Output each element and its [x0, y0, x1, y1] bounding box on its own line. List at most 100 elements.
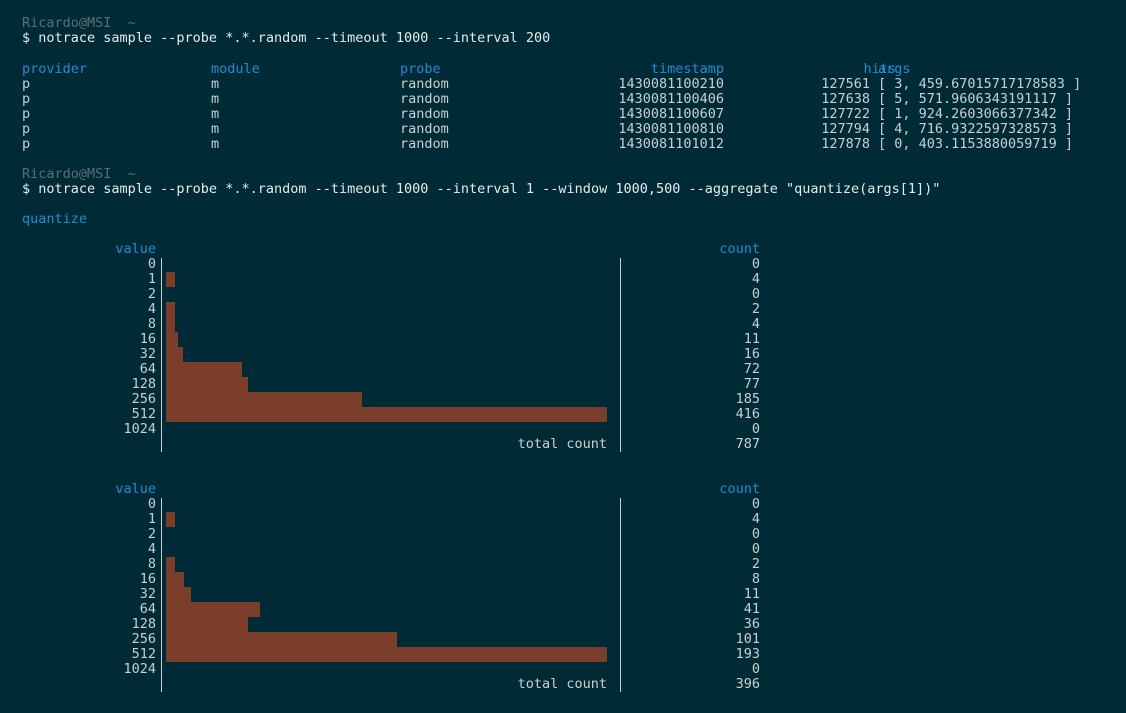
bucket-value-label: 8 [147, 556, 156, 572]
cell-probe: random [400, 91, 449, 107]
cell-provider: p [22, 106, 31, 122]
bucket-value-label: 1024 [123, 661, 156, 677]
histogram-bar [166, 572, 184, 587]
cell-hits: 127722 [821, 106, 870, 122]
histogram-axis-right [620, 258, 621, 452]
bucket-value-label: 2 [147, 286, 156, 302]
bucket-value-label: 512 [131, 406, 156, 422]
histogram-bar [166, 557, 175, 572]
histogram-bar [166, 317, 175, 332]
bucket-count-label: 72 [743, 361, 760, 377]
histogram-bar [166, 407, 607, 422]
cell-hits: 127794 [821, 121, 870, 137]
table-header-row: provider module probe timestamp hits arg… [22, 62, 1122, 77]
cell-args: [ 1, 924.2603066377342 ] [878, 106, 1074, 122]
histogram-bar [166, 272, 175, 287]
histogram-bar [166, 632, 397, 647]
bucket-value-label: 128 [131, 376, 156, 392]
prompt-user: Ricardo@MSI [22, 15, 112, 31]
cell-provider: p [22, 91, 31, 107]
histogram-bar [166, 602, 260, 617]
bucket-count-label: 0 [751, 526, 760, 542]
bucket-value-label: 1 [147, 511, 156, 527]
cell-module: m [211, 136, 220, 152]
cell-probe: random [400, 136, 449, 152]
bucket-count-label: 11 [743, 331, 760, 347]
cell-timestamp: 1430081101012 [618, 136, 724, 152]
cell-probe: random [400, 121, 449, 137]
header-timestamp: timestamp [650, 61, 724, 77]
total-count-label: total count [517, 676, 607, 692]
bucket-value-label: 64 [139, 361, 156, 377]
bucket-value-label: 16 [139, 331, 156, 347]
bucket-count-label: 4 [751, 511, 760, 527]
header-provider: provider [22, 61, 88, 77]
bucket-count-label: 185 [735, 391, 760, 407]
histogram-axis-right [620, 498, 621, 692]
bucket-value-label: 8 [147, 316, 156, 332]
histogram-axis-left [161, 498, 162, 692]
bucket-value-label: 64 [139, 601, 156, 617]
value-header: value [115, 481, 156, 497]
table-row: p m random 1430081100406 127638 [ 5, 571.9606… [22, 92, 1122, 107]
bucket-value-label: 1024 [123, 421, 156, 437]
cell-args: [ 5, 571.9606343191117 ] [878, 91, 1074, 107]
histogram-bar [166, 362, 242, 377]
shell-prompt: Ricardo@MSI ~ [22, 16, 136, 31]
header-args: args [878, 61, 911, 77]
header-module: module [211, 61, 260, 77]
cell-module: m [211, 76, 220, 92]
cell-timestamp: 1430081100607 [618, 106, 724, 122]
bucket-count-label: 4 [751, 316, 760, 332]
total-count-label: total count [517, 436, 607, 452]
cell-args: [ 3, 459.67015717178583 ] [878, 76, 1082, 92]
table-row: p m random 1430081100607 127722 [ 1, 924.2603… [22, 107, 1122, 122]
histogram-bar [166, 302, 175, 317]
bucket-count-label: 11 [743, 586, 760, 602]
cell-probe: random [400, 76, 449, 92]
total-count-value: 396 [735, 676, 760, 692]
bucket-value-label: 2 [147, 526, 156, 542]
histogram-bar [166, 347, 183, 362]
cell-timestamp: 1430081100210 [618, 76, 724, 92]
cell-provider: p [22, 76, 31, 92]
cell-hits: 127561 [821, 76, 870, 92]
bucket-value-label: 0 [147, 256, 156, 272]
prompt-cwd: ~ [127, 15, 136, 31]
total-count-value: 787 [735, 436, 760, 452]
bucket-value-label: 256 [131, 391, 156, 407]
bucket-value-label: 32 [139, 346, 156, 362]
histogram-bar [166, 392, 362, 407]
prompt-cwd: ~ [127, 166, 136, 182]
shell-prompt: Ricardo@MSI ~ [22, 167, 136, 182]
histogram-bar [166, 377, 248, 392]
bucket-count-label: 41 [743, 601, 760, 617]
cell-hits: 127878 [821, 136, 870, 152]
aggregate-title: quantize [22, 211, 88, 227]
histogram-axis-left [161, 258, 162, 452]
cell-timestamp: 1430081100406 [618, 91, 724, 107]
bucket-value-label: 0 [147, 496, 156, 512]
command-line: $ notrace sample --probe *.*.random --ti… [22, 30, 551, 46]
bucket-count-label: 2 [751, 556, 760, 572]
cell-probe: random [400, 106, 449, 122]
bucket-value-label: 32 [139, 586, 156, 602]
bucket-count-label: 36 [743, 616, 760, 632]
histogram-bar [166, 617, 248, 632]
bucket-count-label: 416 [735, 406, 760, 422]
bucket-value-label: 4 [147, 301, 156, 317]
bucket-count-label: 0 [751, 661, 760, 677]
cell-module: m [211, 121, 220, 137]
bucket-value-label: 4 [147, 541, 156, 557]
bucket-count-label: 77 [743, 376, 760, 392]
terminal-window[interactable]: Ricardo@MSI ~ $ notrace sample --probe *… [0, 0, 1126, 713]
count-header: count [719, 241, 760, 257]
count-header: count [719, 481, 760, 497]
bucket-count-label: 0 [751, 286, 760, 302]
table-row: p m random 1430081100210 127561 [ 3, 459.6701… [22, 77, 1122, 92]
bucket-value-label: 16 [139, 571, 156, 587]
cell-args: [ 4, 716.9322597328573 ] [878, 121, 1074, 137]
cell-args: [ 0, 403.1153880059719 ] [878, 136, 1074, 152]
bucket-value-label: 1 [147, 271, 156, 287]
cell-timestamp: 1430081100810 [618, 121, 724, 137]
